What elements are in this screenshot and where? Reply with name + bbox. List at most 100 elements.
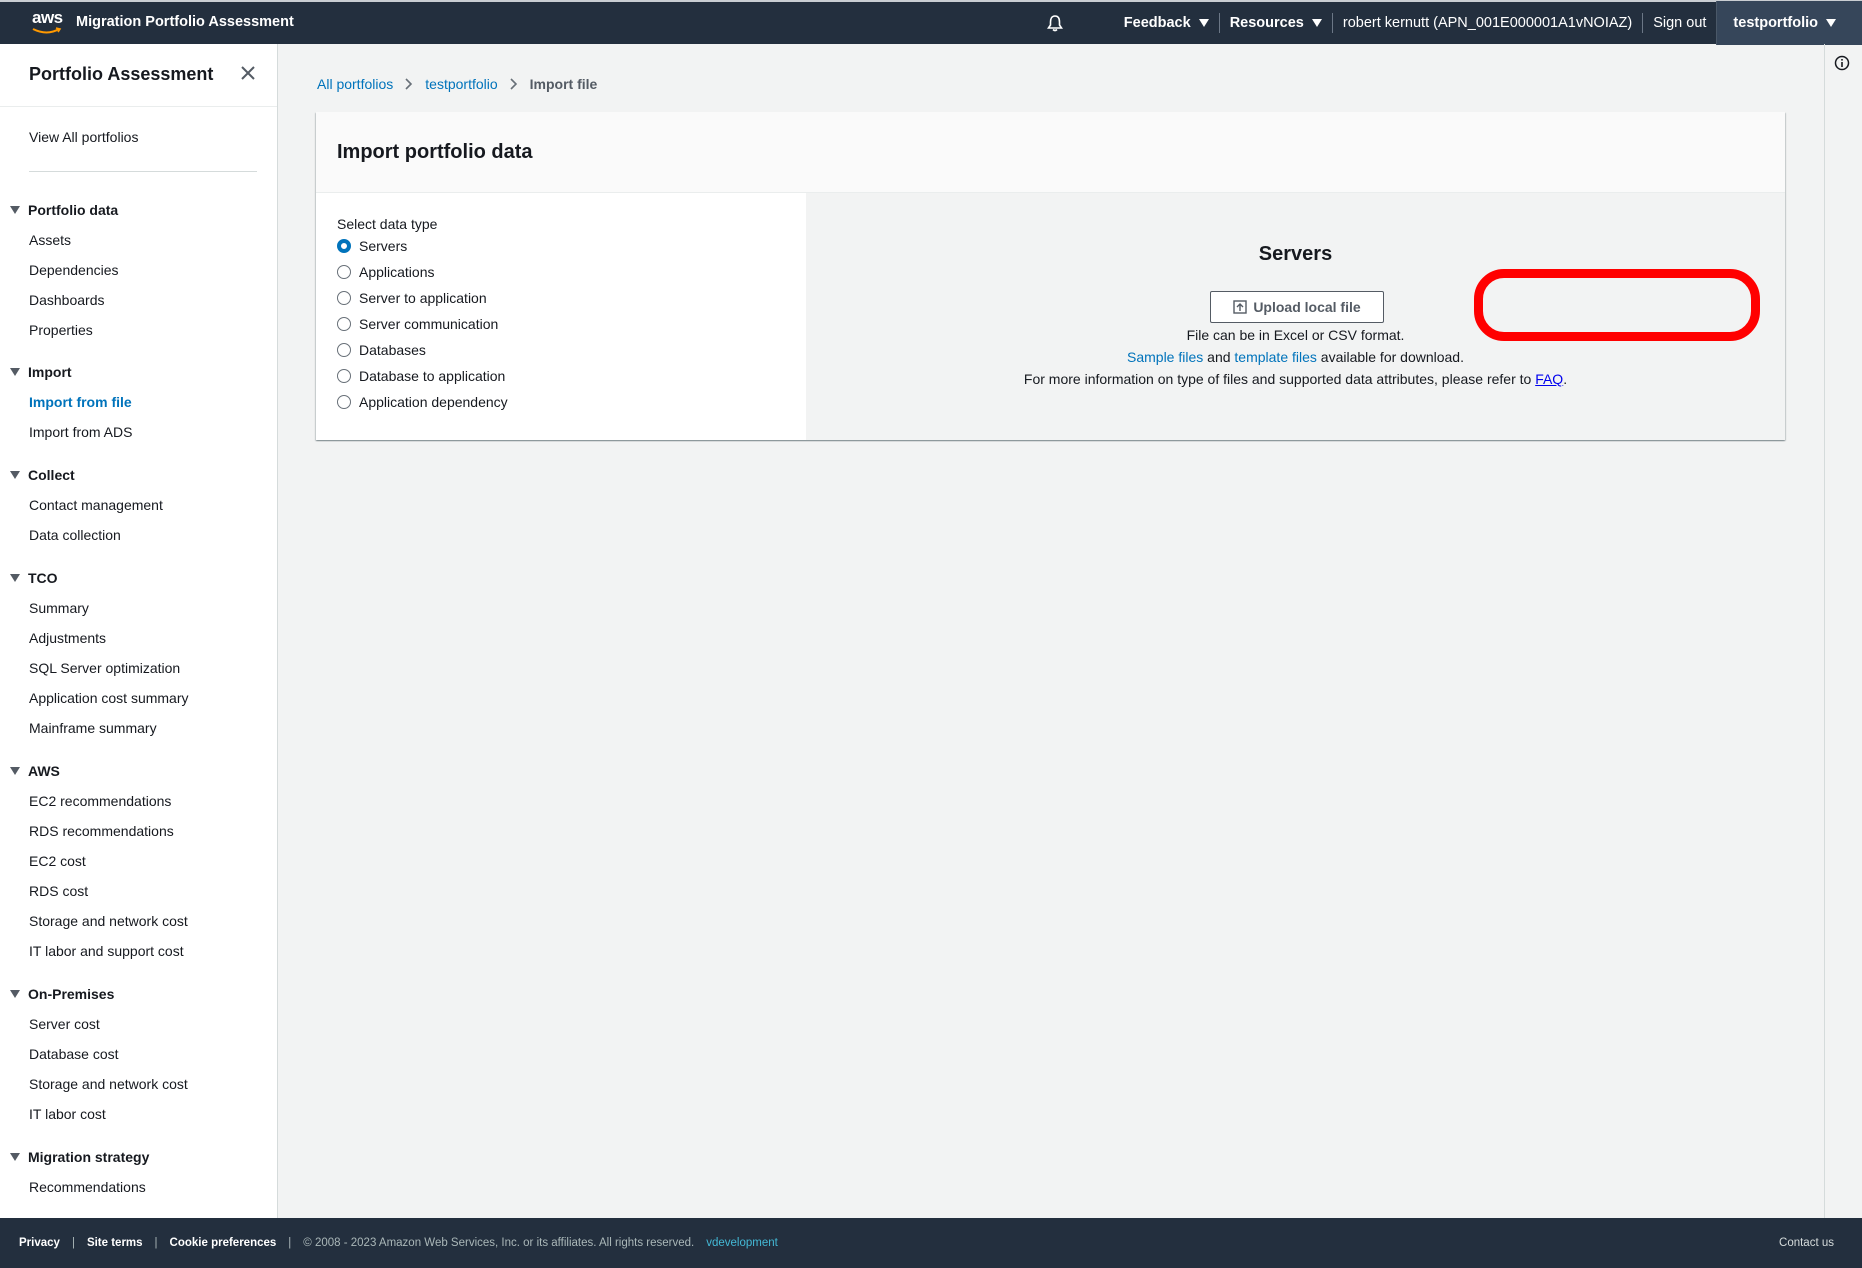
- sidebar-section-import[interactable]: Import: [10, 364, 72, 380]
- radio-button[interactable]: [337, 317, 351, 331]
- breadcrumb-current: Import file: [529, 76, 598, 92]
- radio-button[interactable]: [337, 395, 351, 409]
- radio-server-to-application[interactable]: Server to application: [337, 290, 487, 306]
- radio-button[interactable]: [337, 291, 351, 305]
- environment-label: vdevelopment: [706, 1237, 778, 1249]
- upload-area-title: Servers: [1258, 243, 1333, 265]
- sidebar-item-adjustments[interactable]: Adjustments: [29, 630, 106, 646]
- radio-label: Server to application: [359, 290, 487, 306]
- sidebar-section-tco[interactable]: TCO: [10, 570, 58, 586]
- sidebar-item-assets[interactable]: Assets: [29, 232, 71, 248]
- view-all-portfolios-link[interactable]: View All portfolios: [29, 129, 138, 145]
- footer-separator: |: [71, 1237, 75, 1249]
- notifications-bell-icon[interactable]: [1046, 14, 1064, 32]
- user-account[interactable]: robert kernutt (APN_001E000001A1vNOIAZ): [1333, 2, 1642, 44]
- sample-files-link[interactable]: Sample files: [1127, 349, 1203, 365]
- breadcrumb-all-portfolios[interactable]: All portfolios: [317, 76, 393, 92]
- panel-title: Import portfolio data: [337, 141, 533, 163]
- sidebar-item-dependencies[interactable]: Dependencies: [29, 262, 119, 278]
- side-navigation: Portfolio Assessment View All portfolios…: [0, 44, 278, 1218]
- breadcrumb: All portfolios testportfolio Import file: [317, 76, 597, 92]
- sidebar-section-aws[interactable]: AWS: [10, 763, 60, 779]
- feedback-label: Feedback: [1123, 15, 1191, 31]
- sidebar-item-database-cost[interactable]: Database cost: [29, 1046, 119, 1062]
- sidebar-item-aws-storage-network-cost[interactable]: Storage and network cost: [29, 913, 188, 929]
- aws-logo[interactable]: aws: [32, 9, 64, 37]
- close-icon[interactable]: [240, 65, 256, 81]
- footer-separator: |: [288, 1237, 292, 1249]
- sidebar-item-summary[interactable]: Summary: [29, 600, 89, 616]
- sidebar-item-sql-server-optimization[interactable]: SQL Server optimization: [29, 660, 180, 676]
- copyright-text: © 2008 - 2023 Amazon Web Services, Inc. …: [303, 1237, 695, 1249]
- contact-us-link[interactable]: Contact us: [1779, 1237, 1834, 1249]
- sidebar-item-contact-management[interactable]: Contact management: [29, 497, 163, 513]
- sidebar-section-collect[interactable]: Collect: [10, 467, 75, 483]
- sidebar-title[interactable]: Portfolio Assessment: [29, 64, 213, 85]
- upload-local-file-button[interactable]: Upload local file: [1210, 291, 1384, 323]
- radio-label: Servers: [359, 238, 408, 254]
- user-name: robert kernutt (APN_001E000001A1vNOIAZ): [1342, 15, 1633, 31]
- radio-label: Server communication: [359, 316, 499, 332]
- radio-applications[interactable]: Applications: [337, 264, 435, 280]
- site-terms-link[interactable]: Site terms: [87, 1237, 143, 1249]
- sidebar-item-rds-cost[interactable]: RDS cost: [29, 883, 88, 899]
- nav-right: Feedback Resources robert kernutt (APN_0…: [1046, 1, 1862, 45]
- radio-button[interactable]: [337, 343, 351, 357]
- format-note: File can be in Excel or CSV format.: [1186, 327, 1405, 343]
- caret-down-icon: [1311, 19, 1322, 27]
- sidebar-section-portfolio-data[interactable]: Portfolio data: [10, 202, 118, 218]
- sidebar-item-ec2-recommendations[interactable]: EC2 recommendations: [29, 793, 171, 809]
- sidebar-item-onprem-storage-network-cost[interactable]: Storage and network cost: [29, 1076, 188, 1092]
- portfolio-selector[interactable]: testportfolio: [1716, 1, 1862, 45]
- info-icon[interactable]: [1834, 55, 1850, 71]
- caret-down-icon: [1826, 19, 1836, 27]
- breadcrumb-portfolio[interactable]: testportfolio: [425, 76, 497, 92]
- and-text: and: [1203, 349, 1235, 365]
- sidebar-item-mainframe-summary[interactable]: Mainframe summary: [29, 720, 157, 736]
- sidebar-item-recommendations[interactable]: Recommendations: [29, 1179, 146, 1195]
- radio-button[interactable]: [337, 369, 351, 383]
- radio-button-selected[interactable]: [337, 239, 351, 253]
- radio-label: Database to application: [359, 368, 506, 384]
- sidebar-divider: [29, 171, 257, 172]
- section-label: Migration strategy: [28, 1149, 150, 1165]
- radio-database-to-application[interactable]: Database to application: [337, 368, 505, 384]
- download-line: Sample files and template files availabl…: [806, 349, 1785, 365]
- sidebar-divider: [0, 106, 277, 107]
- radio-servers[interactable]: Servers: [337, 238, 407, 254]
- sidebar-section-migration-strategy[interactable]: Migration strategy: [10, 1149, 149, 1165]
- sign-out-link[interactable]: Sign out: [1643, 2, 1716, 44]
- feedback-menu[interactable]: Feedback: [1114, 2, 1219, 44]
- radio-button[interactable]: [337, 265, 351, 279]
- radio-application-dependency[interactable]: Application dependency: [337, 394, 508, 410]
- radio-databases[interactable]: Databases: [337, 342, 426, 358]
- cookie-preferences-link[interactable]: Cookie preferences: [170, 1237, 277, 1249]
- faq-link[interactable]: FAQ: [1535, 371, 1563, 387]
- sidebar-item-dashboards[interactable]: Dashboards: [29, 292, 105, 308]
- sidebar-item-data-collection[interactable]: Data collection: [29, 527, 121, 543]
- section-label: Collect: [28, 467, 75, 483]
- sidebar-item-it-labor-cost[interactable]: IT labor cost: [29, 1106, 106, 1122]
- section-label: On-Premises: [28, 986, 115, 1002]
- sidebar-item-server-cost[interactable]: Server cost: [29, 1016, 100, 1032]
- app-title[interactable]: Migration Portfolio Assessment: [76, 14, 294, 30]
- sidebar-item-ec2-cost[interactable]: EC2 cost: [29, 853, 86, 869]
- sidebar-item-properties[interactable]: Properties: [29, 322, 93, 338]
- resources-label: Resources: [1229, 15, 1304, 31]
- sidebar-item-it-labor-support-cost[interactable]: IT labor and support cost: [29, 943, 184, 959]
- privacy-link[interactable]: Privacy: [19, 1237, 60, 1249]
- sidebar-item-import-from-file[interactable]: Import from file: [29, 394, 132, 410]
- more-info-text: For more information on type of files an…: [1023, 371, 1536, 387]
- sidebar-item-rds-recommendations[interactable]: RDS recommendations: [29, 823, 174, 839]
- radio-server-communication[interactable]: Server communication: [337, 316, 498, 332]
- more-info-line: For more information on type of files an…: [806, 371, 1785, 387]
- resources-menu[interactable]: Resources: [1220, 2, 1332, 44]
- radio-label: Applications: [359, 264, 435, 280]
- select-data-type-label: Select data type: [337, 216, 438, 232]
- sidebar-item-application-cost-summary[interactable]: Application cost summary: [29, 690, 189, 706]
- sidebar-section-on-premises[interactable]: On-Premises: [10, 986, 114, 1002]
- template-files-link[interactable]: template files: [1234, 349, 1316, 365]
- chevron-right-icon: [405, 78, 413, 90]
- sidebar-item-import-from-ads[interactable]: Import from ADS: [29, 424, 132, 440]
- portfolio-selector-label: testportfolio: [1733, 15, 1818, 31]
